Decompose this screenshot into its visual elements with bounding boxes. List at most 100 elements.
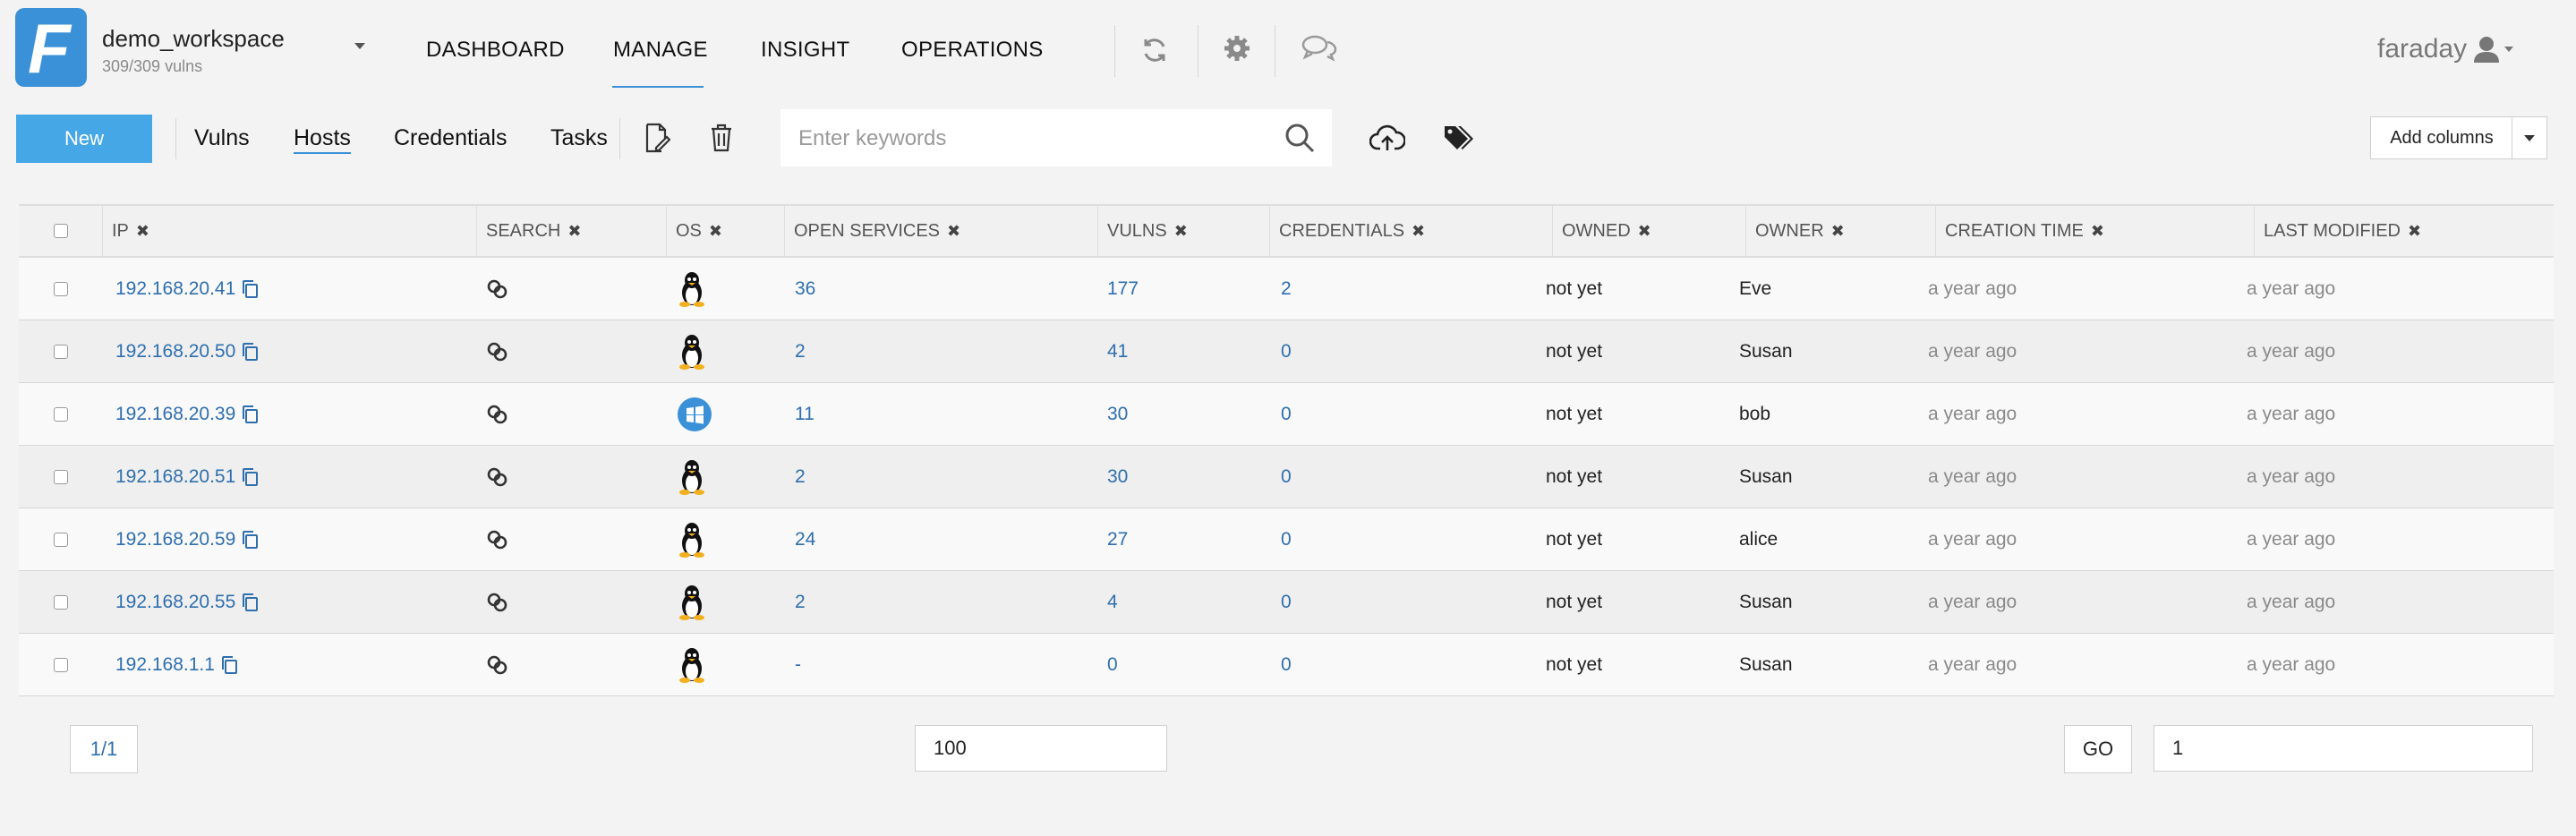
copy-icon[interactable]: [241, 467, 259, 487]
header-open-services[interactable]: OPEN SERVICES ✖: [785, 204, 1098, 258]
copy-icon[interactable]: [241, 405, 259, 424]
host-ip-link[interactable]: 192.168.20.39: [115, 404, 235, 425]
upload-cloud-icon[interactable]: [1368, 120, 1407, 156]
header-last-modified[interactable]: LAST MODIFIED ✖: [2255, 204, 2554, 258]
gear-icon[interactable]: [1219, 30, 1255, 66]
search-links-icon[interactable]: [486, 341, 509, 363]
header-vulns[interactable]: VULNS ✖: [1098, 204, 1270, 258]
credentials-count-link[interactable]: 0: [1281, 634, 1292, 696]
open-services-link[interactable]: 2: [795, 446, 806, 508]
host-ip-link[interactable]: 192.168.20.59: [115, 529, 235, 550]
credentials-count-link[interactable]: 0: [1281, 383, 1292, 446]
search-links-icon[interactable]: [486, 654, 509, 676]
header-credentials[interactable]: CREDENTIALS ✖: [1270, 204, 1553, 258]
refresh-icon[interactable]: [1137, 32, 1173, 68]
per-page-input[interactable]: 100: [915, 725, 1167, 772]
row-checkbox[interactable]: [54, 345, 68, 359]
remove-column-icon[interactable]: ✖: [567, 222, 581, 241]
host-ip-link[interactable]: 192.168.20.51: [115, 466, 235, 488]
host-ip-link[interactable]: 192.168.20.41: [115, 278, 235, 300]
workspace-dropdown-caret[interactable]: [354, 43, 365, 49]
search-links-icon[interactable]: [486, 278, 509, 300]
remove-column-icon[interactable]: ✖: [947, 222, 960, 241]
page-indicator[interactable]: 1/1: [70, 725, 138, 773]
row-checkbox[interactable]: [54, 533, 68, 547]
edit-icon[interactable]: [641, 120, 673, 156]
row-checkbox-cell: [54, 320, 68, 383]
row-checkbox[interactable]: [54, 407, 68, 422]
select-all-checkbox[interactable]: [53, 224, 68, 238]
vulns-count-link[interactable]: 41: [1107, 320, 1128, 383]
row-checkbox[interactable]: [54, 470, 68, 484]
new-host-button[interactable]: New: [16, 115, 152, 163]
vulns-count-link[interactable]: 4: [1107, 571, 1118, 634]
vulns-count-link[interactable]: 177: [1107, 258, 1139, 320]
header-search[interactable]: SEARCH ✖: [477, 204, 667, 258]
toolbar-link-hosts[interactable]: Hosts: [294, 125, 351, 151]
host-ip-link[interactable]: 192.168.1.1: [115, 654, 215, 676]
credentials-count-link[interactable]: 0: [1281, 446, 1292, 508]
search-links-icon[interactable]: [486, 529, 509, 550]
search-links-icon[interactable]: [486, 404, 509, 425]
row-checkbox[interactable]: [54, 282, 68, 296]
remove-column-icon[interactable]: ✖: [1831, 222, 1845, 241]
open-services-link[interactable]: 11: [795, 383, 815, 446]
remove-column-icon[interactable]: ✖: [136, 222, 149, 241]
add-columns-button[interactable]: Add columns: [2370, 116, 2513, 159]
header-owned[interactable]: OWNED ✖: [1553, 204, 1746, 258]
copy-icon[interactable]: [220, 655, 238, 675]
host-ip-link[interactable]: 192.168.20.55: [115, 592, 235, 613]
header-owner[interactable]: OWNER ✖: [1746, 204, 1936, 258]
toolbar-link-tasks[interactable]: Tasks: [550, 125, 608, 151]
workspace-name[interactable]: demo_workspace: [102, 25, 285, 53]
add-columns-dropdown[interactable]: [2512, 116, 2547, 159]
host-ip-link[interactable]: 192.168.20.50: [115, 341, 235, 363]
open-services-link[interactable]: 36: [795, 258, 815, 320]
nav-operations[interactable]: OPERATIONS: [901, 38, 1044, 63]
go-button[interactable]: GO: [2064, 725, 2132, 773]
chat-icon[interactable]: [1300, 30, 1339, 66]
remove-column-icon[interactable]: ✖: [2408, 222, 2421, 241]
remove-column-icon[interactable]: ✖: [1174, 222, 1188, 241]
nav-manage[interactable]: MANAGE: [613, 38, 708, 63]
toolbar-link-credentials[interactable]: Credentials: [394, 125, 507, 151]
credentials-count-link[interactable]: 0: [1281, 320, 1292, 383]
header-ip[interactable]: IP ✖: [103, 204, 477, 258]
header-ip-label: IP: [112, 220, 129, 241]
header-creation-time[interactable]: CREATION TIME ✖: [1936, 204, 2255, 258]
search-links-icon[interactable]: [486, 592, 509, 613]
copy-icon[interactable]: [241, 530, 259, 550]
nav-dashboard[interactable]: DASHBOARD: [426, 38, 565, 63]
search-input[interactable]: [797, 122, 1266, 156]
user-menu[interactable]: faraday: [2377, 34, 2514, 64]
row-checkbox[interactable]: [54, 595, 68, 610]
trash-icon[interactable]: [705, 120, 738, 156]
vulns-count-link[interactable]: 0: [1107, 634, 1118, 696]
vulns-count-link[interactable]: 30: [1107, 446, 1128, 508]
toolbar-link-vulns[interactable]: Vulns: [194, 125, 250, 151]
credentials-count-link[interactable]: 0: [1281, 571, 1292, 634]
page-number-input[interactable]: 1: [2154, 725, 2533, 772]
vulns-count-link[interactable]: 30: [1107, 383, 1128, 446]
copy-icon[interactable]: [241, 593, 259, 612]
app-logo[interactable]: F: [15, 8, 87, 88]
search-icon[interactable]: [1282, 120, 1318, 156]
open-services-link[interactable]: -: [795, 634, 801, 696]
credentials-count-link[interactable]: 2: [1281, 258, 1292, 320]
remove-column-icon[interactable]: ✖: [709, 222, 722, 241]
vulns-count-link[interactable]: 27: [1107, 508, 1128, 571]
row-checkbox[interactable]: [54, 658, 68, 672]
open-services-link[interactable]: 24: [795, 508, 815, 571]
tags-icon[interactable]: [1439, 120, 1477, 156]
search-links-icon[interactable]: [486, 466, 509, 488]
open-services-link[interactable]: 2: [795, 571, 806, 634]
copy-icon[interactable]: [241, 342, 259, 362]
nav-insight[interactable]: INSIGHT: [761, 38, 849, 63]
header-os[interactable]: OS ✖: [667, 204, 785, 258]
remove-column-icon[interactable]: ✖: [1412, 222, 1425, 241]
remove-column-icon[interactable]: ✖: [2091, 222, 2104, 241]
credentials-count-link[interactable]: 0: [1281, 508, 1292, 571]
open-services-link[interactable]: 2: [795, 320, 806, 383]
remove-column-icon[interactable]: ✖: [1638, 222, 1651, 241]
copy-icon[interactable]: [241, 279, 259, 299]
